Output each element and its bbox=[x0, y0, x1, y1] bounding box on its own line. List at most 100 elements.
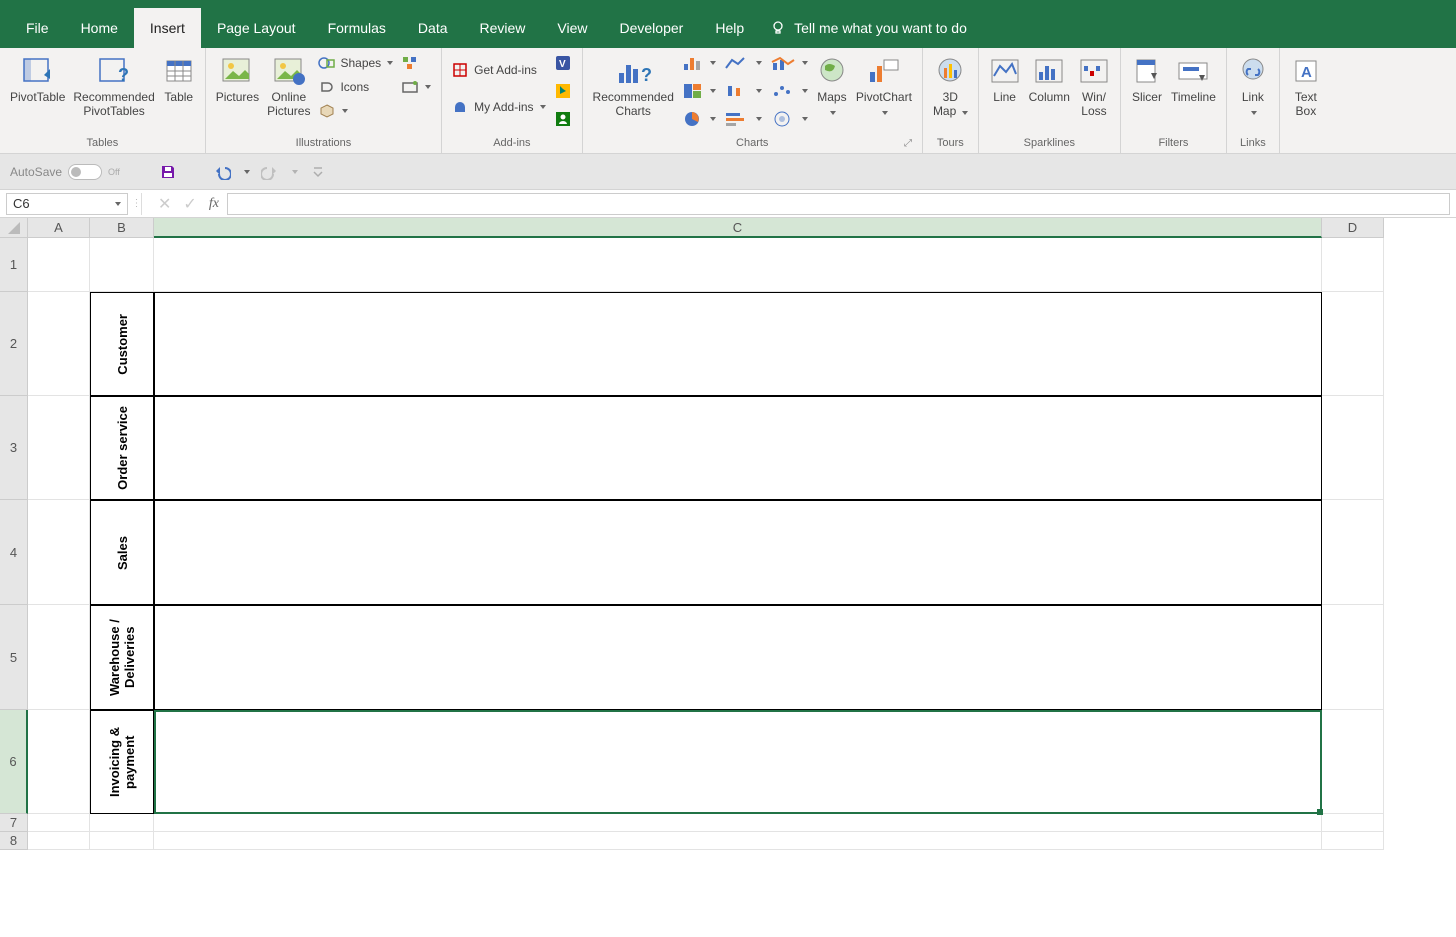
bar-chart-button[interactable] bbox=[724, 108, 762, 130]
recommended-pivottables-button[interactable]: ?Recommended PivotTables bbox=[69, 52, 158, 120]
cell[interactable] bbox=[28, 710, 90, 814]
swimlane-body-cell[interactable] bbox=[154, 605, 1322, 710]
swimlane-body-cell[interactable] bbox=[154, 500, 1322, 605]
sparkline-column-button[interactable]: Column bbox=[1025, 52, 1074, 106]
redo-dropdown[interactable] bbox=[292, 170, 298, 174]
hierarchy-chart-button[interactable] bbox=[682, 80, 716, 102]
online-pictures-button[interactable]: Online Pictures bbox=[263, 52, 314, 120]
pivotchart-button[interactable]: PivotChart bbox=[852, 52, 916, 120]
cell[interactable] bbox=[28, 238, 90, 292]
statistic-chart-button[interactable] bbox=[724, 80, 762, 102]
cell[interactable] bbox=[154, 832, 1322, 850]
tab-help[interactable]: Help bbox=[699, 8, 760, 48]
row-header-1[interactable]: 1 bbox=[0, 238, 28, 292]
swimlane-label-cell[interactable]: Sales bbox=[90, 500, 154, 605]
cell[interactable] bbox=[90, 814, 154, 832]
tab-home[interactable]: Home bbox=[65, 8, 134, 48]
area-chart-button[interactable] bbox=[770, 52, 808, 74]
recommended-charts-button[interactable]: ?Recommended Charts bbox=[589, 52, 678, 120]
tab-developer[interactable]: Developer bbox=[604, 8, 700, 48]
swimlane-body-cell[interactable] bbox=[154, 396, 1322, 500]
cell[interactable] bbox=[1322, 500, 1384, 605]
cell[interactable] bbox=[1322, 396, 1384, 500]
undo-dropdown[interactable] bbox=[244, 170, 250, 174]
cell[interactable] bbox=[1322, 814, 1384, 832]
name-box[interactable]: C6 bbox=[6, 193, 128, 215]
cell[interactable] bbox=[1322, 238, 1384, 292]
row-header-7[interactable]: 7 bbox=[0, 814, 28, 832]
row-header-8[interactable]: 8 bbox=[0, 832, 28, 850]
swimlane-label-cell[interactable]: Customer bbox=[90, 292, 154, 396]
undo-button[interactable] bbox=[210, 160, 234, 184]
enter-formula-icon[interactable]: ✓ bbox=[183, 194, 196, 214]
visio-addin-button[interactable]: V bbox=[554, 52, 572, 74]
timeline-button[interactable]: Timeline bbox=[1167, 52, 1220, 106]
link-button[interactable]: Link bbox=[1233, 52, 1273, 120]
sparkline-winloss-button[interactable]: Win/ Loss bbox=[1074, 52, 1114, 120]
tab-pagelayout[interactable]: Page Layout bbox=[201, 8, 312, 48]
maps-button[interactable]: Maps bbox=[812, 52, 852, 120]
cell[interactable] bbox=[28, 832, 90, 850]
column-header-D[interactable]: D bbox=[1322, 218, 1384, 238]
shapes-button[interactable]: Shapes bbox=[318, 52, 393, 74]
cell[interactable] bbox=[28, 396, 90, 500]
column-chart-button[interactable] bbox=[682, 52, 716, 74]
cell[interactable] bbox=[1322, 832, 1384, 850]
column-header-C[interactable]: C bbox=[154, 218, 1322, 238]
row-header-3[interactable]: 3 bbox=[0, 396, 28, 500]
pie-chart-button[interactable] bbox=[682, 108, 716, 130]
select-all-corner[interactable] bbox=[0, 218, 28, 238]
fx-icon[interactable]: fx bbox=[209, 196, 219, 212]
textbox-button[interactable]: AText Box bbox=[1286, 52, 1326, 120]
redo-button[interactable] bbox=[258, 160, 282, 184]
my-addins-button[interactable]: My Add-ins bbox=[452, 96, 545, 118]
3d-map-button[interactable]: 3D Map bbox=[929, 52, 972, 120]
tab-review[interactable]: Review bbox=[464, 8, 542, 48]
swimlane-label-cell[interactable]: Order service bbox=[90, 396, 154, 500]
cell[interactable] bbox=[154, 814, 1322, 832]
bing-addin-button[interactable] bbox=[554, 80, 572, 102]
pivottable-button[interactable]: PivotTable bbox=[6, 52, 69, 106]
smartart-button[interactable] bbox=[401, 52, 431, 74]
table-button[interactable]: Table bbox=[159, 52, 199, 106]
people-addin-button[interactable] bbox=[554, 108, 572, 130]
screenshot-button[interactable] bbox=[401, 76, 431, 98]
row-header-4[interactable]: 4 bbox=[0, 500, 28, 605]
cell[interactable] bbox=[28, 500, 90, 605]
tab-data[interactable]: Data bbox=[402, 8, 464, 48]
row-header-5[interactable]: 5 bbox=[0, 605, 28, 710]
swimlane-body-cell[interactable] bbox=[154, 710, 1322, 814]
tab-formulas[interactable]: Formulas bbox=[312, 8, 402, 48]
cell[interactable] bbox=[1322, 710, 1384, 814]
cell[interactable] bbox=[28, 814, 90, 832]
save-button[interactable] bbox=[156, 160, 180, 184]
cell[interactable] bbox=[1322, 605, 1384, 710]
get-addins-button[interactable]: Get Add-ins bbox=[452, 59, 545, 81]
spreadsheet-grid[interactable]: ABCD 12345678 CustomerOrder serviceSales… bbox=[0, 218, 1456, 850]
column-header-A[interactable]: A bbox=[28, 218, 90, 238]
swimlane-label-cell[interactable]: Warehouse / Deliveries bbox=[90, 605, 154, 710]
row-header-2[interactable]: 2 bbox=[0, 292, 28, 396]
tab-file[interactable]: File bbox=[10, 8, 65, 48]
column-header-B[interactable]: B bbox=[90, 218, 154, 238]
cell[interactable] bbox=[90, 238, 154, 292]
3dmodels-button[interactable] bbox=[318, 100, 393, 122]
cell[interactable] bbox=[1322, 292, 1384, 396]
autosave-toggle[interactable]: AutoSaveOff bbox=[10, 164, 120, 180]
tab-view[interactable]: View bbox=[541, 8, 603, 48]
tell-me-search[interactable]: Tell me what you want to do bbox=[770, 20, 967, 36]
slicer-button[interactable]: Slicer bbox=[1127, 52, 1167, 106]
swimlane-label-cell[interactable]: Invoicing & payment bbox=[90, 710, 154, 814]
cancel-formula-icon[interactable]: ✕ bbox=[158, 194, 171, 214]
icons-button[interactable]: Icons bbox=[318, 76, 393, 98]
scatter-chart-button[interactable] bbox=[770, 80, 808, 102]
cell[interactable] bbox=[90, 832, 154, 850]
swimlane-body-cell[interactable] bbox=[154, 292, 1322, 396]
cell[interactable] bbox=[154, 238, 1322, 292]
qat-customize[interactable] bbox=[306, 160, 330, 184]
surface-chart-button[interactable] bbox=[770, 108, 808, 130]
cell[interactable] bbox=[28, 292, 90, 396]
sparkline-line-button[interactable]: Line bbox=[985, 52, 1025, 106]
line-chart-button[interactable] bbox=[724, 52, 762, 74]
tab-insert[interactable]: Insert bbox=[134, 8, 201, 48]
